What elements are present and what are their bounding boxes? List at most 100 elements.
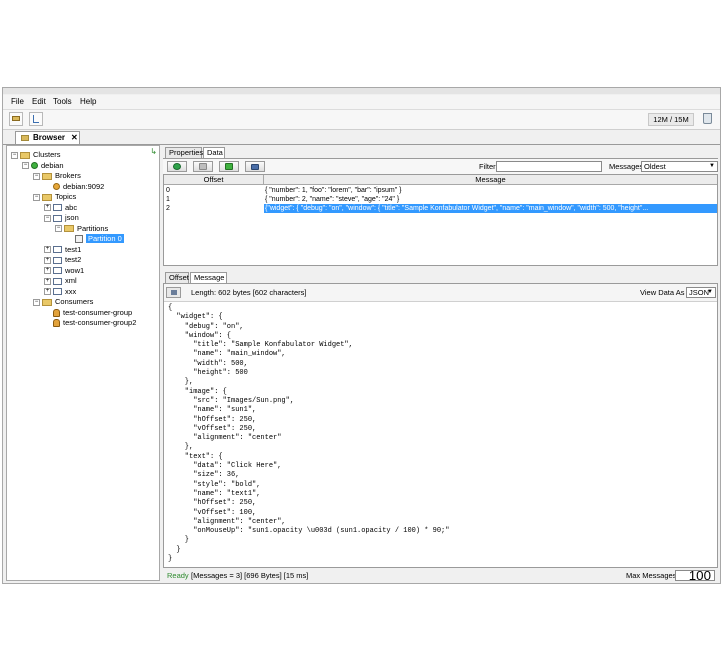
row-message: {"widget": { "debug": "on", "window": { … [264,204,717,213]
application-window: File Edit Tools Help 12M / 15M Browser ✕… [2,87,721,584]
expand-icon[interactable]: + [44,288,51,296]
tree-node-label: xml [65,276,77,285]
consumer-icon [53,319,60,328]
collapse-icon[interactable]: − [22,162,29,170]
tree-node-debian-9092[interactable]: debian:9092 [44,181,104,192]
table-row[interactable]: 1 { "number": 2, "name": "steve", "age": … [164,195,717,204]
consumer-icon [53,308,60,317]
tree-node-label: json [65,213,79,222]
tab-properties[interactable]: Properties [165,147,203,158]
tree-node-xml[interactable]: + xml [44,275,77,286]
view-data-as-select[interactable]: JSON ▼ [686,287,716,298]
collapse-icon[interactable]: − [33,193,40,201]
tab-data[interactable]: Data [203,147,225,158]
collapse-icon[interactable]: − [33,298,40,306]
expand-icon[interactable]: + [44,246,51,254]
connect-button[interactable] [9,112,23,126]
status-ready: Ready [167,571,189,580]
collapse-icon[interactable]: − [11,151,18,159]
tab-offset[interactable]: Offset [165,272,189,283]
play-icon [173,163,181,170]
menu-file[interactable]: File [11,97,24,106]
tree-node-consumers[interactable]: − Consumers [33,296,93,307]
tree-node-test-consumer-group2[interactable]: test-consumer-group2 [44,317,136,328]
tree-node-wow1[interactable]: + wow1 [44,265,84,276]
collapse-icon[interactable]: − [44,214,51,222]
expand-icon[interactable]: + [44,267,51,275]
list-icon [251,164,259,170]
folder-icon [42,298,52,306]
collapse-icon[interactable]: − [55,225,62,233]
broker-icon [53,183,60,191]
expand-icon[interactable]: + [44,256,51,264]
expand-icon[interactable]: + [44,204,51,212]
menu-tools[interactable]: Tools [53,97,72,106]
chevron-down-icon: ▼ [707,289,713,295]
folder-icon [42,193,52,201]
menu-edit[interactable]: Edit [32,97,46,106]
refresh-arrow-icon[interactable]: ↳ [150,147,157,156]
tree-node-topics[interactable]: − Topics [33,191,76,202]
tree-node-brokers[interactable]: − Brokers [33,170,81,181]
tree-node-debian[interactable]: − debian [22,160,64,171]
message-body[interactable]: { "widget": { "debug": "on", "window": {… [168,304,449,564]
tab-browser[interactable]: Browser ✕ [15,131,80,144]
topic-icon [53,214,62,222]
close-icon[interactable]: ✕ [71,132,78,144]
chevron-down-icon: ▼ [709,163,715,169]
topic-icon [53,246,62,254]
save-button[interactable] [166,287,181,298]
table-row[interactable]: 0 { "number": 1, "foo": "lorem", "bar": "… [164,186,717,195]
messages-select-value: Oldest [644,162,666,171]
tree-node-clusters[interactable]: − Clusters [11,149,61,160]
tree-node-test1[interactable]: + test1 [44,244,81,255]
data-toolbar: Filter Messages Oldest ▼ [163,158,718,174]
messages-select[interactable]: Oldest ▼ [641,161,718,172]
trash-icon[interactable] [703,113,712,124]
collapse-icon[interactable]: − [33,172,40,180]
message-grid: Offset Message 0 { "number": 1, "foo": "l… [163,174,718,266]
column-header-offset[interactable]: Offset [164,175,264,184]
expand-icon[interactable]: + [44,277,51,285]
toolbar: 12M / 15M [3,110,720,130]
main-tab-strip: Browser ✕ [3,130,720,145]
stop-icon [199,163,207,170]
add-message-button[interactable] [219,161,239,172]
filter-label: Filter [479,162,496,171]
tree-node-label: Topics [55,192,77,201]
cluster-tree-panel: ↳ − Clusters − debian − Brokers debian:9092 − To… [6,145,160,581]
message-length: Length: 602 bytes [602 characters] [191,288,307,297]
table-row[interactable]: 2 {"widget": { "debug": "on", "window": {… [164,204,717,213]
max-messages-input[interactable] [675,570,715,581]
tree-node-label: abc [65,202,78,212]
view-options-button[interactable] [245,161,265,172]
partition-icon [75,235,83,244]
tab-browser-label: Browser [33,133,66,142]
folder-icon [64,225,74,233]
browser-icon [21,135,29,141]
tree-node-test2[interactable]: + test2 [44,254,81,265]
view-data-as-value: JSON [689,288,710,297]
tree-button[interactable] [29,112,43,126]
tree-node-json[interactable]: − json [44,212,79,223]
memory-indicator: 12M / 15M [648,113,694,126]
tree-node-partition-0[interactable]: Partition 0 [66,233,124,244]
tree-node-xxx[interactable]: + xxx [44,286,76,297]
filter-input[interactable] [496,161,602,172]
tab-message[interactable]: Message [190,272,227,283]
tree-node-test-consumer-group[interactable]: test-consumer-group [44,307,132,318]
plus-icon [225,163,233,170]
status-stats: [Messages = 3] [696 Bytes] [15 ms] [191,571,309,580]
stop-button[interactable] [193,161,213,172]
tree-node-abc[interactable]: + abc [44,202,77,213]
tree-node-label: debian:9092 [63,181,105,191]
menu-help[interactable]: Help [80,97,96,106]
column-header-message[interactable]: Message [264,175,717,184]
tree-node-label: wow1 [65,265,85,275]
grid-header: Offset Message [164,175,717,185]
tree-node-partitions[interactable]: − Partitions [55,223,108,234]
start-button[interactable] [167,161,187,172]
messages-label: Messages [609,162,644,171]
row-offset: 2 [166,205,170,212]
tree-node-label: test1 [65,244,82,254]
